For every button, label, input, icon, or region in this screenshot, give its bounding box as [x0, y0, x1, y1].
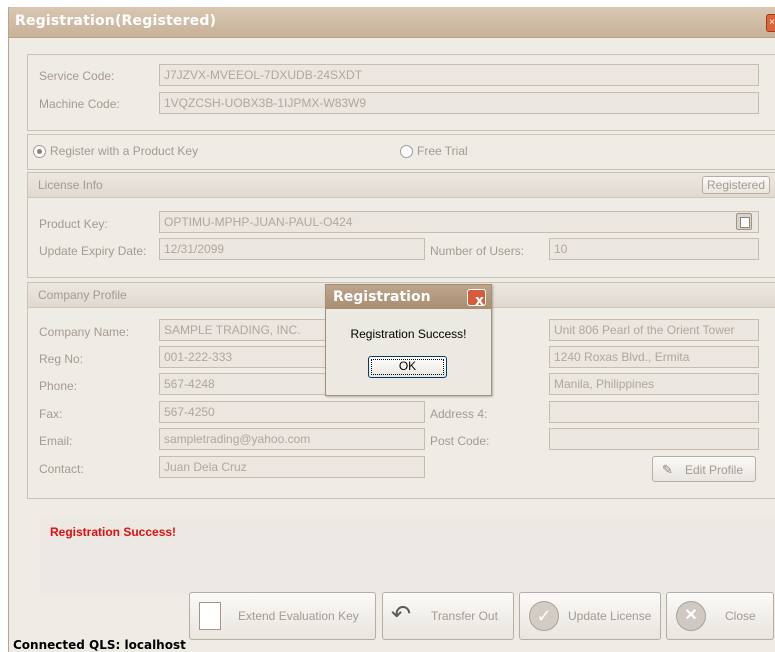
- dialog-title-bar: Registration x: [326, 285, 491, 309]
- transfer-out-label: Transfer Out: [431, 609, 498, 623]
- dialog-close-button[interactable]: x: [467, 289, 486, 309]
- update-license-label: Update License: [568, 609, 652, 623]
- address-3-field[interactable]: Manila, Philippines: [549, 373, 759, 395]
- registered-label: Registered: [706, 178, 766, 192]
- status-bar-text: Connected QLS: localhost: [13, 638, 186, 652]
- extend-evaluation-key-button[interactable]: Extend Evaluation Key: [189, 592, 376, 640]
- close-icon: ×: [769, 17, 775, 28]
- fax-label: Fax:: [39, 407, 63, 421]
- email-label: Email:: [39, 434, 73, 448]
- company-profile-title: Company Profile: [38, 288, 127, 302]
- post-code-label: Post Code:: [430, 434, 490, 448]
- update-license-button[interactable]: ✓ Update License: [519, 592, 661, 640]
- product-key-field[interactable]: OPTIMU-MPHP-JUAN-PAUL-O424: [159, 211, 759, 233]
- address-2-field[interactable]: 1240 Roxas Blvd., Ermita: [549, 346, 759, 368]
- check-circle-icon: ✓: [529, 601, 559, 631]
- address-1-field[interactable]: Unit 806 Pearl of the Orient Tower: [549, 319, 759, 341]
- address-4-label: Address 4:: [430, 407, 488, 421]
- number-of-users-field[interactable]: 10: [549, 238, 759, 260]
- free-trial-radio[interactable]: Free Trial: [400, 144, 468, 158]
- reg-no-label: Reg No:: [39, 352, 84, 366]
- registration-dialog: Registration x Registration Success! OK: [325, 284, 492, 396]
- update-expiry-label: Update Expiry Date:: [39, 244, 147, 258]
- product-key-label: Product Key:: [39, 217, 108, 231]
- contact-label: Contact:: [39, 462, 84, 476]
- number-of-users-label: Number of Users:: [430, 244, 525, 258]
- license-info-title: License Info: [38, 178, 103, 192]
- post-code-field[interactable]: [549, 428, 759, 450]
- edit-profile-label: Edit Profile: [685, 463, 744, 477]
- fax-field[interactable]: 567-4250: [159, 401, 425, 423]
- machine-code-field[interactable]: 1VQZCSH-UOBX3B-1IJPMX-W83W9: [159, 92, 759, 114]
- license-info-header: License Info: [28, 173, 775, 198]
- free-trial-label: Free Trial: [417, 144, 468, 158]
- dialog-ok-label: OK: [398, 359, 417, 373]
- message-area: Registration Success!: [40, 517, 775, 595]
- registration-window: Registration(Registered) × Service Code:…: [8, 7, 775, 652]
- extend-evaluation-key-label: Extend Evaluation Key: [238, 609, 359, 623]
- edit-profile-button[interactable]: ✎ Edit Profile: [652, 456, 756, 482]
- address-4-field[interactable]: [549, 401, 759, 423]
- service-code-label: Service Code:: [39, 69, 115, 83]
- radio-unselected-icon: [400, 144, 413, 158]
- radio-selected-icon: [33, 144, 46, 158]
- document-icon: [199, 602, 221, 630]
- phone-label: Phone:: [39, 379, 78, 393]
- title-bar: Registration(Registered) ×: [9, 7, 775, 38]
- dialog-ok-button[interactable]: OK: [368, 356, 447, 378]
- close-button[interactable]: ✕ Close: [666, 592, 774, 640]
- close-icon: x: [475, 293, 485, 309]
- service-code-field[interactable]: J7JZVX-MVEEOL-7DXUDB-24SXDT: [159, 64, 759, 86]
- message-text: Registration Success!: [50, 525, 177, 539]
- close-label: Close: [725, 609, 756, 623]
- contact-field[interactable]: Juan Dela Cruz: [159, 456, 425, 478]
- dialog-title: Registration: [333, 289, 431, 305]
- company-name-label: Company Name:: [39, 325, 130, 339]
- machine-code-label: Machine Code:: [39, 97, 120, 111]
- dialog-message: Registration Success!: [350, 327, 467, 341]
- registered-status-button[interactable]: Registered: [702, 176, 770, 194]
- window-close-button[interactable]: ×: [766, 14, 775, 32]
- update-expiry-field[interactable]: 12/31/2099: [159, 238, 425, 260]
- x-circle-icon: ✕: [676, 601, 706, 631]
- transfer-out-button[interactable]: ↶ Transfer Out: [382, 592, 514, 640]
- register-product-key-radio[interactable]: Register with a Product Key: [33, 144, 198, 158]
- window-title: Registration(Registered): [15, 13, 217, 29]
- undo-arrow-icon: ↶: [391, 601, 412, 628]
- email-field[interactable]: sampletrading@yahoo.com: [159, 428, 425, 450]
- edit-profile-icon: ✎: [662, 462, 673, 477]
- key-lookup-icon[interactable]: [736, 213, 752, 230]
- register-product-key-label: Register with a Product Key: [50, 144, 199, 158]
